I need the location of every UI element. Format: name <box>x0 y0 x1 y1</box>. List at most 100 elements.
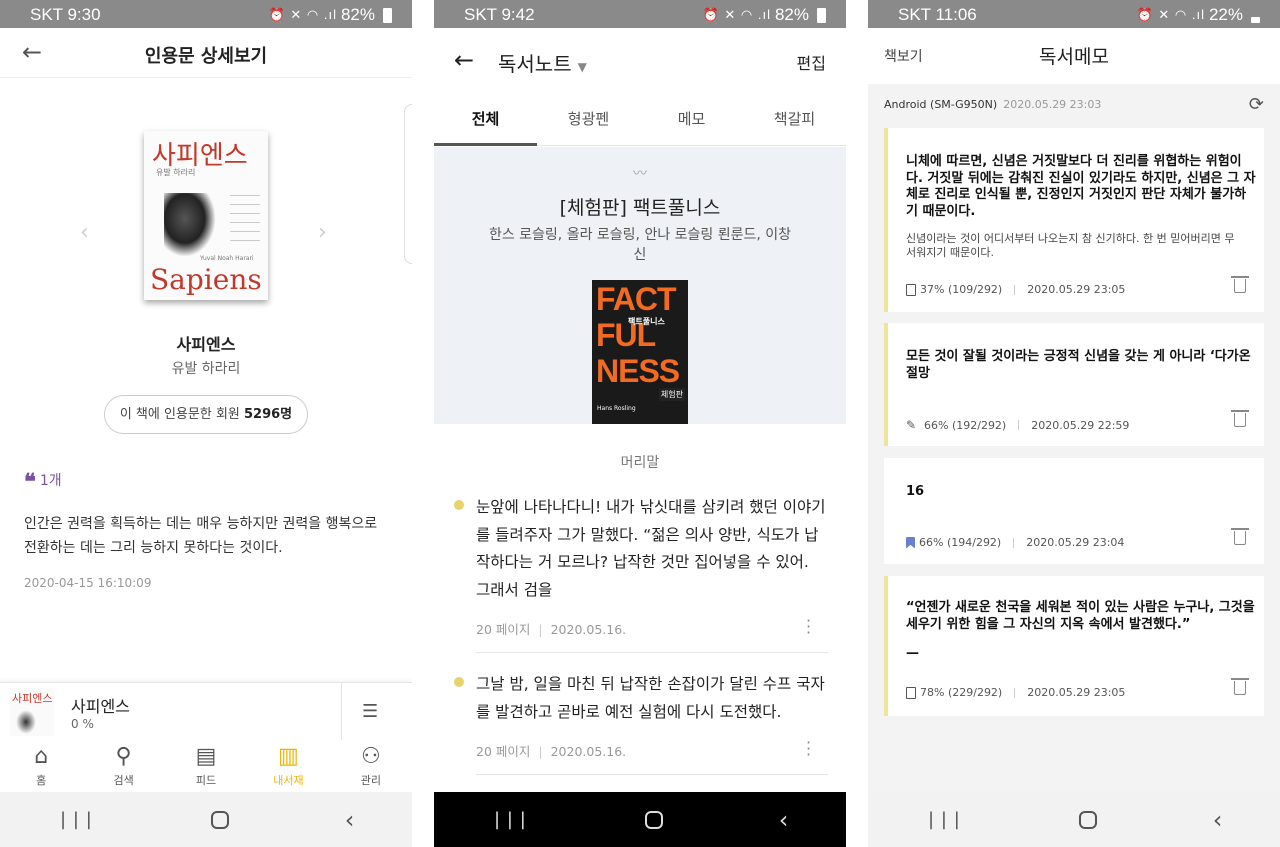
edit-button[interactable]: 편집 <box>797 50 826 74</box>
note-page: 20 페이지 <box>476 622 531 637</box>
memo-text-dash: — <box>906 646 919 661</box>
home-icon: ⌂ <box>34 744 49 769</box>
memo-date: 2020.05.29 22:59 <box>1031 418 1130 432</box>
memo-date: 2020.05.29 23:05 <box>1027 686 1126 699</box>
book-cover[interactable]: 사피엔스 유발 하라리 Yuval Noah Harari Sapiens <box>144 131 268 300</box>
memo-note: 신념이라는 것이 어디서부터 나오는지 참 신기하다. 한 번 믿어버리면 무서… <box>906 232 1235 259</box>
recent-apps-icon[interactable]: ||| <box>492 809 531 830</box>
notes-dropdown[interactable]: 독서노트 ▼ <box>498 48 587 77</box>
cover-hand-image <box>164 193 216 257</box>
trash-icon[interactable] <box>1231 528 1249 545</box>
tab-search[interactable]: ⚲ 검색 <box>82 740 164 792</box>
tab-feed[interactable]: ▤ 피드 <box>165 740 247 792</box>
status-carrier-time: SKT 11:06 <box>898 5 977 24</box>
chevron-right-icon[interactable]: › <box>318 220 327 245</box>
trial-badge: 체험판 <box>658 388 685 401</box>
tab-library[interactable]: ▥ 내서재 <box>247 740 329 792</box>
note-text: 눈앞에 나타나다니! 내가 낚싯대를 삼키려 했던 이야기를 들려주자 그가 말… <box>476 498 826 599</box>
status-bar: SKT 9:30 ⏰ ✕ ◠ .ıl 82% <box>0 0 412 28</box>
book-hero: 〰 [체험판] 팩트풀니스 한스 로슬링, 올라 로슬링, 안나 로슬링 뢴룬드… <box>434 147 846 424</box>
memo-card[interactable]: 모든 것이 잘될 것이라는 긍정적 신념을 갖는 게 아니라 ‘다가온 절망 ✎… <box>884 323 1264 446</box>
section-heading: 머리말 <box>620 455 660 471</box>
device-name: Android (SM-G950N) <box>884 98 998 111</box>
tab-bookmark[interactable]: 책갈피 <box>743 94 846 145</box>
quote-count-label: 1개 <box>39 473 62 489</box>
battery-percent: 22% <box>1208 5 1243 24</box>
page-icon <box>906 283 916 296</box>
memo-meta: 37% (109/292) 2020.05.29 23:05 <box>906 283 1125 296</box>
tab-home[interactable]: ⌂ 홈 <box>0 740 82 792</box>
status-carrier-time: SKT 9:42 <box>464 5 535 24</box>
memo-date: 2020.05.29 23:05 <box>1027 283 1126 296</box>
home-button-icon[interactable] <box>645 810 664 829</box>
book-author: 유발 하라리 <box>171 361 241 377</box>
sync-date: 2020.05.29 23:03 <box>1003 98 1102 111</box>
battery-icon <box>1251 16 1260 23</box>
tab-all[interactable]: 전체 <box>434 94 537 146</box>
trash-icon[interactable] <box>1231 276 1249 293</box>
cover-line-1: FACT <box>596 281 677 317</box>
mini-book-cover: 사피엔스 <box>10 688 54 736</box>
screen-quote-detail: SKT 9:30 ⏰ ✕ ◠ .ıl 82% ← 인용문 상세보기 ‹ › 사피… <box>0 0 412 847</box>
recent-apps-icon[interactable]: ||| <box>58 809 97 830</box>
cover-line-3: NESS <box>596 353 680 389</box>
battery-percent: 82% <box>774 5 809 24</box>
chevron-left-icon[interactable]: ‹ <box>80 220 89 245</box>
playlist-icon[interactable]: ☰ <box>362 701 378 722</box>
cover-title-ko: 팩트풀니스 <box>628 317 665 326</box>
home-button-icon[interactable] <box>211 810 230 829</box>
memo-progress: 37% (109/292) <box>920 283 1003 296</box>
screen-reading-memo: SKT 11:06 ⏰ ✕ ◠ .ıl 22% 책보기 독서메모 Android… <box>868 0 1280 847</box>
memo-meta: ✎ 66% (192/292) 2020.05.29 22:59 <box>906 418 1129 432</box>
mini-player[interactable]: 사피엔스 사피엔스 0 % ☰ <box>0 682 412 741</box>
person-icon: ⚇ <box>360 744 381 769</box>
app-header: 책보기 독서메모 <box>868 28 1280 84</box>
cover-author-ko: 유발 하라리 <box>156 168 196 177</box>
back-button-icon[interactable]: ‹ <box>1213 806 1223 834</box>
note-text: 그날 밤, 일을 마친 뒤 납작한 손잡이가 달린 수프 국자를 발견하고 곧바… <box>476 675 825 721</box>
highlight-dot-icon <box>454 500 464 510</box>
book-cover[interactable]: FACT FUL 팩트풀니스 NESS 체험판 Hans Rosling <box>592 280 688 424</box>
sync-icon[interactable]: ⟳ <box>1249 94 1264 115</box>
home-button-icon[interactable] <box>1079 810 1098 829</box>
back-arrow-icon[interactable]: ← <box>454 46 474 74</box>
memo-text: “언젠가 새로운 천국을 세워본 적이 있는 사람은 누구나, 그것을 세우기 … <box>906 600 1255 632</box>
bottom-tab-bar: ⌂ 홈 ⚲ 검색 ▤ 피드 ▥ 내서재 ⚇ 관리 <box>0 740 412 792</box>
screen-reading-notes: SKT 9:42 ⏰ ✕ ◠ .ıl 82% ← 독서노트 ▼ 편집 전체 형광펜… <box>434 0 846 847</box>
cover-text-lines <box>230 195 260 245</box>
memo-meta: 78% (229/292) 2020.05.29 23:05 <box>906 686 1125 699</box>
quote-date: 2020-04-15 16:10:09 <box>24 576 152 590</box>
memo-progress: 66% (192/292) <box>924 418 1007 432</box>
memo-card[interactable]: 16 66% (194/292) 2020.05.29 23:04 <box>884 458 1264 564</box>
system-nav-bar: ||| ‹ <box>434 792 846 847</box>
feed-icon: ▤ <box>195 744 217 769</box>
memo-card[interactable]: “언젠가 새로운 천국을 세워본 적이 있는 사람은 누구나, 그것을 세우기 … <box>884 576 1264 716</box>
mini-title: 사피엔스 <box>71 697 130 716</box>
quote-count: ❝ 1개 <box>24 469 62 495</box>
cover-author-en: Yuval Noah Harari <box>200 255 254 262</box>
app-header: ← 인용문 상세보기 <box>0 28 412 78</box>
more-vert-icon[interactable]: · · · <box>806 613 811 641</box>
caret-down-icon: ▼ <box>577 60 587 74</box>
memo-progress: 66% (194/292) <box>919 536 1002 549</box>
note-date: 2020.05.16. <box>550 622 627 637</box>
list-item[interactable]: 그날 밤, 일을 마친 뒤 납작한 손잡이가 달린 수프 국자를 발견하고 곧바… <box>454 671 828 781</box>
trash-icon[interactable] <box>1231 678 1249 695</box>
tab-manage[interactable]: ⚇ 관리 <box>330 740 412 792</box>
next-card-peek[interactable] <box>404 104 412 264</box>
tab-memo[interactable]: 메모 <box>640 94 743 145</box>
memo-progress: 78% (229/292) <box>920 686 1003 699</box>
memo-card[interactable]: 니체에 따르면, 신념은 거짓말보다 더 진리를 위협하는 위험이다. 거짓말 … <box>884 128 1264 312</box>
status-carrier-time: SKT 9:30 <box>30 5 101 24</box>
app-header: ← 독서노트 ▼ 편집 <box>434 28 846 92</box>
battery-icon <box>383 7 392 23</box>
quoters-count-button[interactable]: 이 책에 인용문한 회원 5296명 <box>104 395 308 434</box>
list-item[interactable]: 눈앞에 나타나다니! 내가 낚싯대를 삼키려 했던 이야기를 들려주자 그가 말… <box>454 494 828 659</box>
back-button-icon[interactable]: ‹ <box>345 806 355 834</box>
recent-apps-icon[interactable]: ||| <box>926 809 965 830</box>
note-page: 20 페이지 <box>476 744 531 759</box>
back-button-icon[interactable]: ‹ <box>779 806 789 834</box>
trash-icon[interactable] <box>1231 410 1249 427</box>
more-vert-icon[interactable]: · · · <box>806 735 811 763</box>
tab-highlighter[interactable]: 형광펜 <box>537 94 640 145</box>
